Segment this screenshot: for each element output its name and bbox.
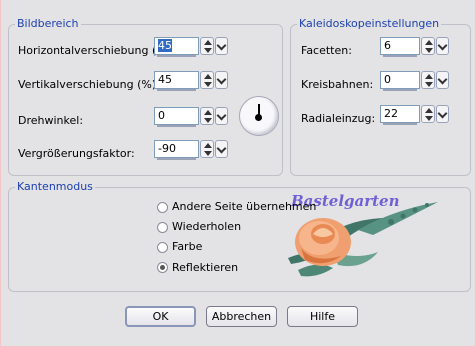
radio-farbe[interactable] [157,242,168,253]
vertikal-field[interactable]: 45 [154,71,199,91]
kreisbahnen-dropdown[interactable] [436,71,449,89]
vertikal-dropdown[interactable] [215,71,228,89]
horizontal-spin-buttons[interactable] [200,37,214,55]
kreisbahnen-spin-buttons[interactable] [421,71,435,89]
kreisbahnen-field[interactable]: 0 [380,71,420,91]
facetten-spinner[interactable]: 6 [380,37,452,57]
chevron-down-icon [437,74,448,85]
spin-up-icon[interactable] [425,74,433,79]
radialeinzug-spinner[interactable]: 22 [380,105,452,125]
vertikal-label: Vertikalverschiebung (%): [18,78,160,91]
vergroesserung-dropdown[interactable] [215,140,228,158]
facetten-dropdown[interactable] [436,37,449,55]
drehwinkel-label: Drehwinkel: [18,114,84,127]
cancel-button[interactable]: Abbrechen [206,306,277,327]
facetten-label: Facetten: [301,44,352,57]
field-underline [157,125,196,127]
angle-dial[interactable] [239,96,279,136]
vergroesserung-spin-buttons[interactable] [200,140,214,158]
spin-down-icon[interactable] [204,48,212,53]
chevron-down-icon [216,40,227,51]
drehwinkel-dropdown[interactable] [215,107,228,125]
spin-down-icon[interactable] [425,82,433,87]
vergroesserung-label: Vergrößerungsfaktor: [18,147,135,160]
facetten-spin-buttons[interactable] [421,37,435,55]
radialeinzug-spin-buttons[interactable] [421,105,435,123]
radialeinzug-label: Radialeinzug: [301,112,376,125]
radialeinzug-field[interactable]: 22 [380,105,420,125]
spin-down-icon[interactable] [425,116,433,121]
drehwinkel-spin-buttons[interactable] [200,107,214,125]
kaleidoscope-dialog: Bildbereich Horizontalverschiebung (%): … [0,0,476,347]
spin-down-icon[interactable] [204,151,212,156]
vertikal-spinner[interactable]: 45 [154,71,228,91]
chevron-down-icon [216,74,227,85]
chevron-down-icon [437,40,448,51]
spin-up-icon[interactable] [425,108,433,113]
field-underline [157,55,196,57]
help-button[interactable]: Hilfe [287,306,358,327]
horizontal-dropdown[interactable] [215,37,228,55]
kreisbahnen-spinner[interactable]: 0 [380,71,452,91]
bildbereich-title: Bildbereich [15,17,81,30]
facetten-field[interactable]: 6 [380,37,420,57]
spin-down-icon[interactable] [204,118,212,123]
field-underline [383,89,417,91]
ok-button[interactable]: OK [125,306,196,327]
field-underline [383,123,417,125]
vergroesserung-spinner[interactable]: -90 [154,140,228,160]
horizontal-spinner[interactable]: 45 [154,37,228,57]
field-underline [157,158,196,160]
drehwinkel-field[interactable]: 0 [154,107,199,127]
vertikal-spin-buttons[interactable] [200,71,214,89]
horizontal-label: Horizontalverschiebung (%): [18,44,175,57]
spin-down-icon[interactable] [204,82,212,87]
field-underline [157,89,196,91]
kaleidoskop-title: Kaleidoskopeinstellungen [297,17,442,30]
radio-andere-seite-label[interactable]: Andere Seite übernehmen [172,200,316,213]
chevron-down-icon [216,110,227,121]
horizontal-field[interactable]: 45 [154,37,199,57]
spin-down-icon[interactable] [425,48,433,53]
kreisbahnen-label: Kreisbahnen: [301,78,374,91]
radio-wiederholen-label[interactable]: Wiederholen [172,220,241,233]
field-underline [383,55,417,57]
chevron-down-icon [216,143,227,154]
radio-reflektieren-label[interactable]: Reflektieren [172,261,238,274]
drehwinkel-spinner[interactable]: 0 [154,107,228,127]
dial-center-icon [255,114,262,121]
radialeinzug-dropdown[interactable] [436,105,449,123]
spin-up-icon[interactable] [204,74,212,79]
spin-up-icon[interactable] [204,40,212,45]
kantenmodus-title: Kantenmodus [15,180,95,193]
spin-up-icon[interactable] [425,40,433,45]
radio-reflektieren[interactable] [157,262,168,273]
spin-up-icon[interactable] [204,110,212,115]
radio-farbe-label[interactable]: Farbe [172,240,202,253]
chevron-down-icon [437,108,448,119]
radio-andere-seite[interactable] [157,202,168,213]
vergroesserung-field[interactable]: -90 [154,140,199,160]
spin-up-icon[interactable] [204,143,212,148]
radio-wiederholen[interactable] [157,222,168,233]
